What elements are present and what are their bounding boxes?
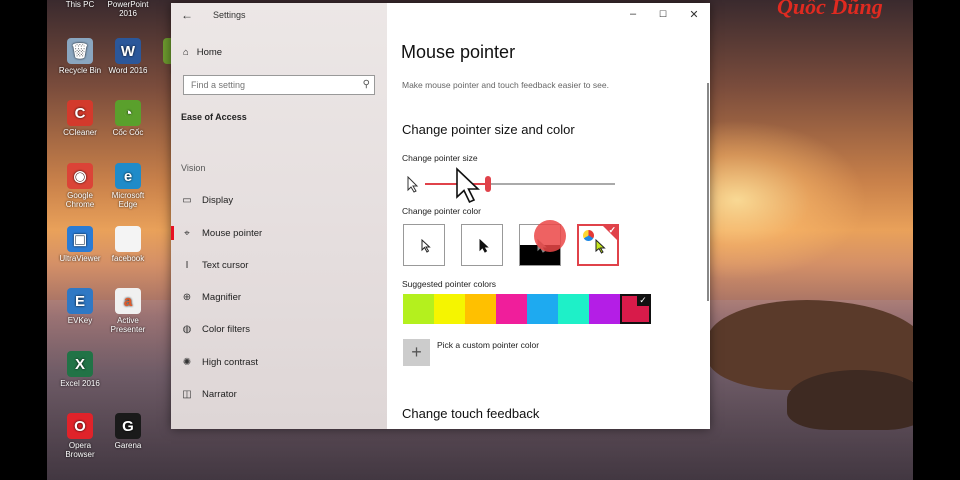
desktop-icon-label: Garena [114, 441, 142, 450]
pointer-size-label: Change pointer size [402, 153, 478, 163]
color-swatch[interactable] [434, 294, 465, 324]
pointer-color-label: Change pointer color [402, 206, 481, 216]
desktop-icon[interactable]: PowerPoint 2016 [100, 0, 156, 18]
ccleaner-icon: C [67, 100, 93, 126]
back-arrow-icon[interactable]: ← [181, 8, 193, 22]
desktop-icon[interactable]: ◔ Cốc Cốc [100, 100, 156, 137]
edge-icon: e [115, 163, 141, 189]
add-custom-color-button[interactable]: + [403, 339, 430, 366]
desktop-icon-label: Cốc Cốc [112, 128, 144, 137]
home-nav-item[interactable]: ⌂ Home [183, 47, 222, 58]
word-icon: W [115, 38, 141, 64]
chrome-icon: ◉ [67, 163, 93, 189]
high-contrast-icon: ✺ [182, 356, 192, 368]
sidebar-item-label: Narrator [202, 388, 237, 400]
color-swatch[interactable] [496, 294, 527, 324]
sidebar-item-mouse-pointer[interactable]: ⌖ Mouse pointer [171, 222, 387, 244]
sidebar-item-label: Color filters [202, 323, 251, 335]
page-title: Mouse pointer [401, 42, 516, 62]
pick-custom-color-link[interactable]: Pick a custom pointer color [437, 340, 539, 350]
display-icon: ▭ [182, 194, 192, 206]
color-swatch[interactable] [589, 294, 620, 324]
sidebar-item-color-filters[interactable]: ◍ Color filters [171, 318, 387, 340]
activepresenter-icon: a [115, 288, 141, 314]
pointer-style-white[interactable] [403, 224, 445, 266]
desktop-icon[interactable]: facebook [100, 226, 156, 263]
desktop-icon-label: facebook [111, 254, 145, 263]
opera-icon: O [67, 413, 93, 439]
color-filters-icon: ◍ [182, 323, 192, 335]
home-icon: ⌂ [183, 47, 189, 58]
sidebar-item-label: Display [202, 194, 234, 206]
sidebar-item-label: High contrast [202, 356, 258, 368]
desktop-icon[interactable]: a Active Presenter [100, 288, 156, 334]
evkey-icon: E [67, 288, 93, 314]
slider-thumb[interactable] [484, 176, 491, 192]
sidebar-item-high-contrast[interactable]: ✺ High contrast [171, 351, 387, 373]
maximize-button[interactable]: ☐ [655, 9, 671, 20]
search-icon[interactable]: ⚲ [363, 79, 370, 90]
small-pointer-icon [407, 176, 419, 193]
pointer-size-slider[interactable] [425, 176, 615, 192]
checkmark-icon: ✓ [637, 295, 649, 306]
desktop-icon-label: Microsoft Edge [111, 191, 145, 209]
checkmark-icon: ✓ [608, 225, 616, 235]
recycle-bin-icon: 🗑 [67, 38, 93, 64]
coccoc-icon: ◔ [115, 100, 141, 126]
suggested-colors-label: Suggested pointer colors [402, 279, 497, 289]
settings-window: ⌂ Home ⚲ Ease of Access Vision ▭ Display ⌖… [171, 3, 710, 429]
white-pointer-icon [421, 239, 431, 253]
magnifier-icon: ⊕ [182, 291, 192, 303]
home-label: Home [196, 47, 223, 58]
sidebar-item-text-cursor[interactable]: I Text cursor [171, 254, 387, 276]
color-swatch[interactable] [465, 294, 496, 324]
sidebar-item-label: Text cursor [202, 259, 249, 271]
click-highlight [534, 220, 566, 252]
ultraviewer-icon: ▣ [67, 226, 93, 252]
pointer-style-custom[interactable]: ✓ [577, 224, 619, 266]
title-bar: ← Settings – ☐ ✕ [171, 3, 710, 27]
settings-content: Mouse pointer Make mouse pointer and tou… [387, 3, 710, 429]
scrollbar[interactable] [707, 83, 709, 301]
window-title: Settings [213, 10, 246, 20]
excel-icon: X [67, 351, 93, 377]
mouse-pointer-icon: ⌖ [184, 227, 190, 239]
narrator-icon: ◫ [182, 388, 192, 400]
page-subtitle: Make mouse pointer and touch feedback ea… [402, 80, 609, 90]
text-cursor-icon: I [185, 259, 189, 271]
large-pointer-preview-icon [456, 167, 480, 204]
garena-icon: G [115, 413, 141, 439]
desktop-icon-label: Active Presenter [110, 316, 146, 334]
desktop-icon-label: Excel 2016 [60, 379, 100, 388]
desktop-icon-label: PowerPoint 2016 [107, 0, 149, 18]
black-pointer-icon [479, 239, 489, 253]
settings-sidebar: ⌂ Home ⚲ Ease of Access Vision ▭ Display ⌖… [171, 3, 387, 429]
pointer-style-black[interactable] [461, 224, 503, 266]
sidebar-item-display[interactable]: ▭ Display [171, 189, 387, 211]
desktop-icon[interactable]: e Microsoft Edge [100, 163, 156, 209]
sidebar-item-label: Magnifier [202, 291, 242, 303]
color-swatch[interactable]: ✓ [620, 294, 651, 324]
color-wheel-icon [583, 230, 594, 241]
watermark-logo: Quốc Dũng [777, 0, 883, 19]
wallpaper-rock [787, 370, 913, 430]
size-color-heading: Change pointer size and color [402, 122, 575, 137]
color-swatch[interactable] [527, 294, 558, 324]
sidebar-item-narrator[interactable]: ◫ Narrator [171, 383, 387, 405]
color-swatch[interactable] [403, 294, 434, 324]
sidebar-item-label: Mouse pointer [202, 227, 263, 239]
file-icon [115, 226, 141, 252]
desktop-icon[interactable]: G Garena [100, 413, 156, 450]
close-button[interactable]: ✕ [686, 8, 702, 21]
category-heading: Ease of Access [181, 112, 247, 122]
section-heading: Vision [181, 163, 206, 173]
sidebar-item-magnifier[interactable]: ⊕ Magnifier [171, 286, 387, 308]
desktop-icon[interactable]: X Excel 2016 [52, 351, 108, 388]
search-input[interactable] [189, 79, 353, 91]
minimize-button[interactable]: – [625, 8, 641, 20]
touch-feedback-heading: Change touch feedback [402, 406, 540, 421]
color-swatch[interactable] [558, 294, 589, 324]
pointer-style-inverted[interactable] [519, 220, 566, 266]
search-box[interactable]: ⚲ [183, 75, 375, 95]
